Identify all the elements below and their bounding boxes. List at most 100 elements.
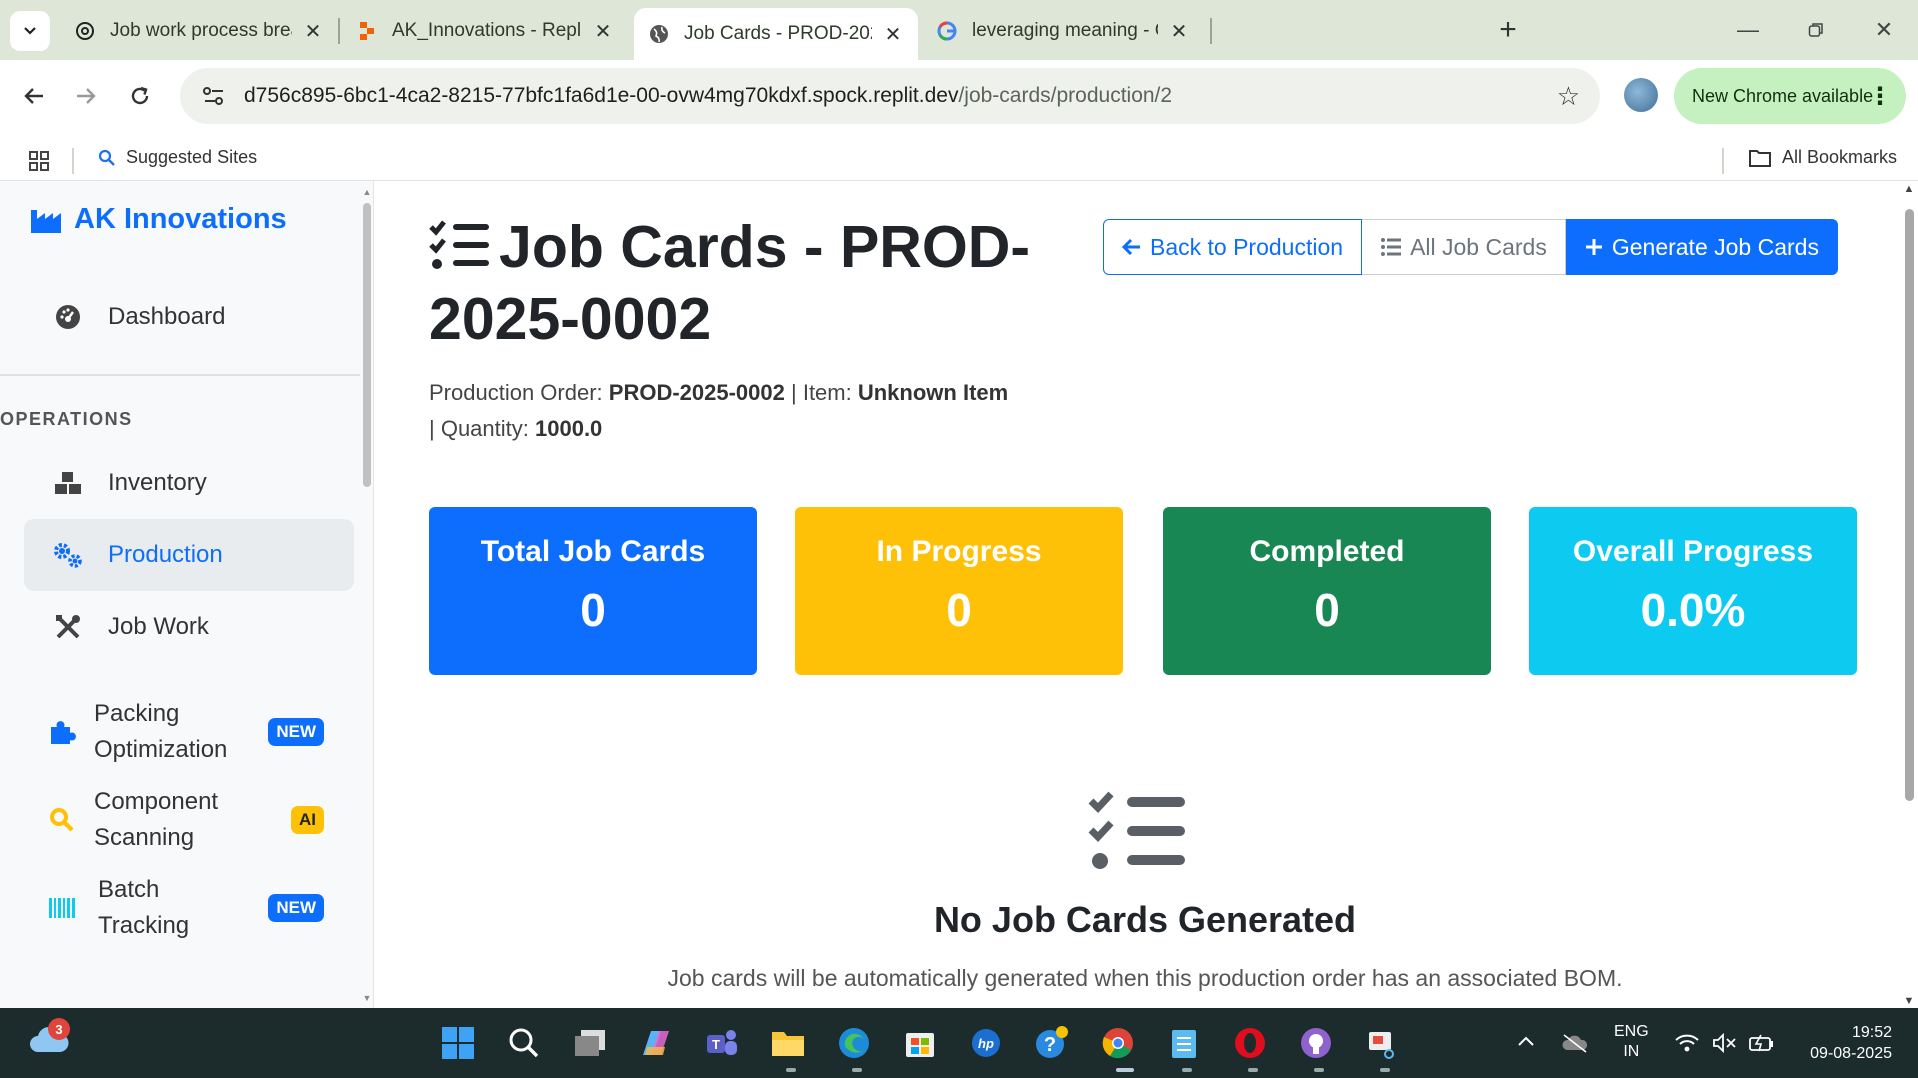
help-icon[interactable]: ? bbox=[1032, 1023, 1072, 1063]
sidebar-item-dashboard[interactable]: Dashboard bbox=[24, 281, 354, 353]
close-icon[interactable]: ✕ bbox=[1168, 19, 1190, 44]
scroll-up-arrow-icon[interactable]: ▲ bbox=[1902, 183, 1916, 195]
apps-grid-icon[interactable] bbox=[28, 150, 50, 177]
sidebar-scrollbar-thumb[interactable] bbox=[363, 203, 371, 487]
label-line-1: Batch bbox=[98, 876, 160, 903]
url-host: d756c895-6bc1-4ca2-8215-77bfc1fa6d1e-00-… bbox=[244, 84, 959, 107]
stat-label: Overall Progress bbox=[1572, 535, 1814, 568]
hp-app-icon[interactable]: hp bbox=[966, 1023, 1006, 1063]
restore-icon[interactable] bbox=[1796, 12, 1836, 49]
sidebar-item-inventory[interactable]: Inventory bbox=[24, 447, 354, 519]
task-view-icon[interactable] bbox=[570, 1023, 610, 1063]
generate-job-cards-button[interactable]: Generate Job Cards bbox=[1565, 219, 1838, 275]
stat-label: Total Job Cards bbox=[480, 535, 706, 568]
browser-tab-2[interactable]: AK_Innovations - Replit ✕ bbox=[342, 8, 628, 54]
clock-time: 19:52 bbox=[1851, 1024, 1892, 1041]
sidebar-section-heading: OPERATIONS bbox=[0, 409, 133, 429]
close-icon[interactable]: ✕ bbox=[882, 22, 904, 47]
close-icon[interactable]: ✕ bbox=[592, 19, 614, 44]
search-icon[interactable] bbox=[504, 1023, 544, 1063]
back-to-production-button[interactable]: Back to Production bbox=[1103, 219, 1363, 275]
browser-tab-4[interactable]: leveraging meaning - Google S ✕ bbox=[922, 8, 1204, 54]
sidebar-item-label: Job Work bbox=[108, 613, 209, 640]
tasks-list-icon bbox=[1087, 789, 1187, 876]
windows-start-icon[interactable] bbox=[438, 1023, 478, 1063]
teams-icon[interactable]: T bbox=[702, 1023, 742, 1063]
battery-charging-icon[interactable] bbox=[1748, 1022, 1776, 1059]
browser-tab-active[interactable]: Job Cards - PROD-2025-0002 - ✕ bbox=[634, 8, 918, 60]
stat-label: Completed bbox=[1249, 535, 1405, 568]
stat-value: 0 bbox=[1314, 584, 1340, 636]
input-language-indicator[interactable]: ENG IN bbox=[1614, 1022, 1649, 1062]
minimize-icon[interactable]: — bbox=[1728, 12, 1768, 48]
button-label: All Job Cards bbox=[1410, 233, 1547, 260]
github-icon[interactable] bbox=[1296, 1023, 1336, 1063]
brand-name: AK Innovations bbox=[74, 203, 287, 235]
openai-icon bbox=[74, 20, 96, 42]
empty-state-title: No Job Cards Generated bbox=[933, 899, 1357, 940]
close-icon[interactable]: ✕ bbox=[302, 19, 324, 44]
more-menu-icon[interactable]: ⋮ bbox=[1868, 82, 1892, 111]
browser-tab-1[interactable]: Job work process breakdown ✕ bbox=[60, 8, 338, 54]
bookmark-label: Suggested Sites bbox=[126, 147, 258, 167]
brand-link[interactable]: AK Innovations bbox=[30, 203, 287, 236]
puzzle-icon bbox=[44, 718, 80, 746]
all-bookmarks-button[interactable]: All Bookmarks bbox=[1748, 147, 1897, 168]
empty-state-description: Job cards will be automatically generate… bbox=[667, 965, 1623, 991]
sidebar-item-batch-tracking[interactable]: Batch Tracking NEW bbox=[24, 863, 354, 953]
cogs-icon bbox=[50, 541, 86, 569]
button-label: Back to Production bbox=[1150, 233, 1344, 260]
volume-muted-icon[interactable] bbox=[1712, 1022, 1738, 1059]
sidebar-item-job-work[interactable]: Job Work bbox=[24, 591, 354, 663]
tab-divider bbox=[338, 18, 340, 44]
chevron-up-icon[interactable] bbox=[1516, 1022, 1536, 1057]
url-path: /job-cards/production/2 bbox=[958, 84, 1173, 107]
sidebar-item-production[interactable]: Production bbox=[24, 519, 354, 591]
chrome-update-button[interactable]: New Chrome available ⋮ bbox=[1674, 68, 1906, 124]
chrome-update-label: New Chrome available bbox=[1692, 85, 1874, 106]
tab-search-button[interactable] bbox=[10, 11, 50, 51]
onedrive-cloud-icon[interactable] bbox=[1560, 1022, 1590, 1059]
search-icon bbox=[98, 149, 115, 166]
page-scrollbar[interactable]: ▲ ▼ bbox=[1902, 181, 1916, 1008]
sidebar-scrollbar[interactable]: ▲ ▼ bbox=[362, 187, 372, 1003]
all-job-cards-button[interactable]: All Job Cards bbox=[1362, 219, 1566, 275]
edge-browser-icon[interactable] bbox=[834, 1023, 874, 1063]
reload-icon[interactable] bbox=[120, 76, 160, 116]
bookmark-divider bbox=[72, 148, 74, 174]
forward-arrow-icon[interactable] bbox=[66, 76, 106, 116]
bookmark-star-icon[interactable]: ☆ bbox=[1557, 81, 1580, 112]
replit-icon bbox=[356, 20, 378, 42]
new-tab-button[interactable]: + bbox=[1492, 14, 1524, 46]
scroll-down-arrow-icon[interactable]: ▼ bbox=[362, 993, 372, 1003]
arrow-left-icon bbox=[1122, 238, 1140, 256]
scroll-down-arrow-icon[interactable]: ▼ bbox=[1902, 995, 1916, 1007]
site-settings-icon[interactable] bbox=[194, 85, 234, 107]
tab-title: leveraging meaning - Google S bbox=[972, 20, 1158, 41]
back-arrow-icon[interactable] bbox=[14, 76, 54, 116]
file-explorer-icon[interactable] bbox=[768, 1023, 808, 1063]
bookmark-suggested-sites[interactable]: Suggested Sites bbox=[98, 147, 257, 168]
quantity-label: | Quantity: bbox=[429, 416, 529, 441]
address-bar[interactable]: d756c895-6bc1-4ca2-8215-77bfc1fa6d1e-00-… bbox=[180, 68, 1600, 124]
sidebar-item-label: Batch Tracking bbox=[98, 872, 189, 944]
chrome-icon[interactable] bbox=[1098, 1023, 1138, 1063]
scroll-up-arrow-icon[interactable]: ▲ bbox=[362, 187, 372, 197]
page-scrollbar-thumb[interactable] bbox=[1905, 209, 1914, 801]
tab-strip: Job work process breakdown ✕ AK_Innovati… bbox=[0, 0, 1918, 60]
sidebar-item-component-scanning[interactable]: Component Scanning AI bbox=[24, 775, 354, 865]
wifi-icon[interactable] bbox=[1674, 1022, 1700, 1059]
stat-card-total: Total Job Cards 0 bbox=[429, 507, 757, 675]
copilot-icon[interactable] bbox=[636, 1023, 676, 1063]
notepad-icon[interactable] bbox=[1164, 1023, 1204, 1063]
opera-icon[interactable] bbox=[1230, 1023, 1270, 1063]
running-indicator bbox=[1116, 1068, 1134, 1072]
lang-line-2: IN bbox=[1623, 1043, 1640, 1060]
system-clock[interactable]: 19:52 09-08-2025 bbox=[1796, 1022, 1892, 1064]
microsoft-store-icon[interactable] bbox=[900, 1023, 940, 1063]
close-window-icon[interactable]: ✕ bbox=[1864, 12, 1904, 48]
profile-avatar[interactable] bbox=[1624, 78, 1658, 112]
sidebar-item-label: Component Scanning bbox=[94, 784, 218, 856]
snipping-tool-icon[interactable] bbox=[1362, 1023, 1402, 1063]
sidebar-item-packing-optimization[interactable]: Packing Optimization NEW bbox=[24, 687, 354, 777]
